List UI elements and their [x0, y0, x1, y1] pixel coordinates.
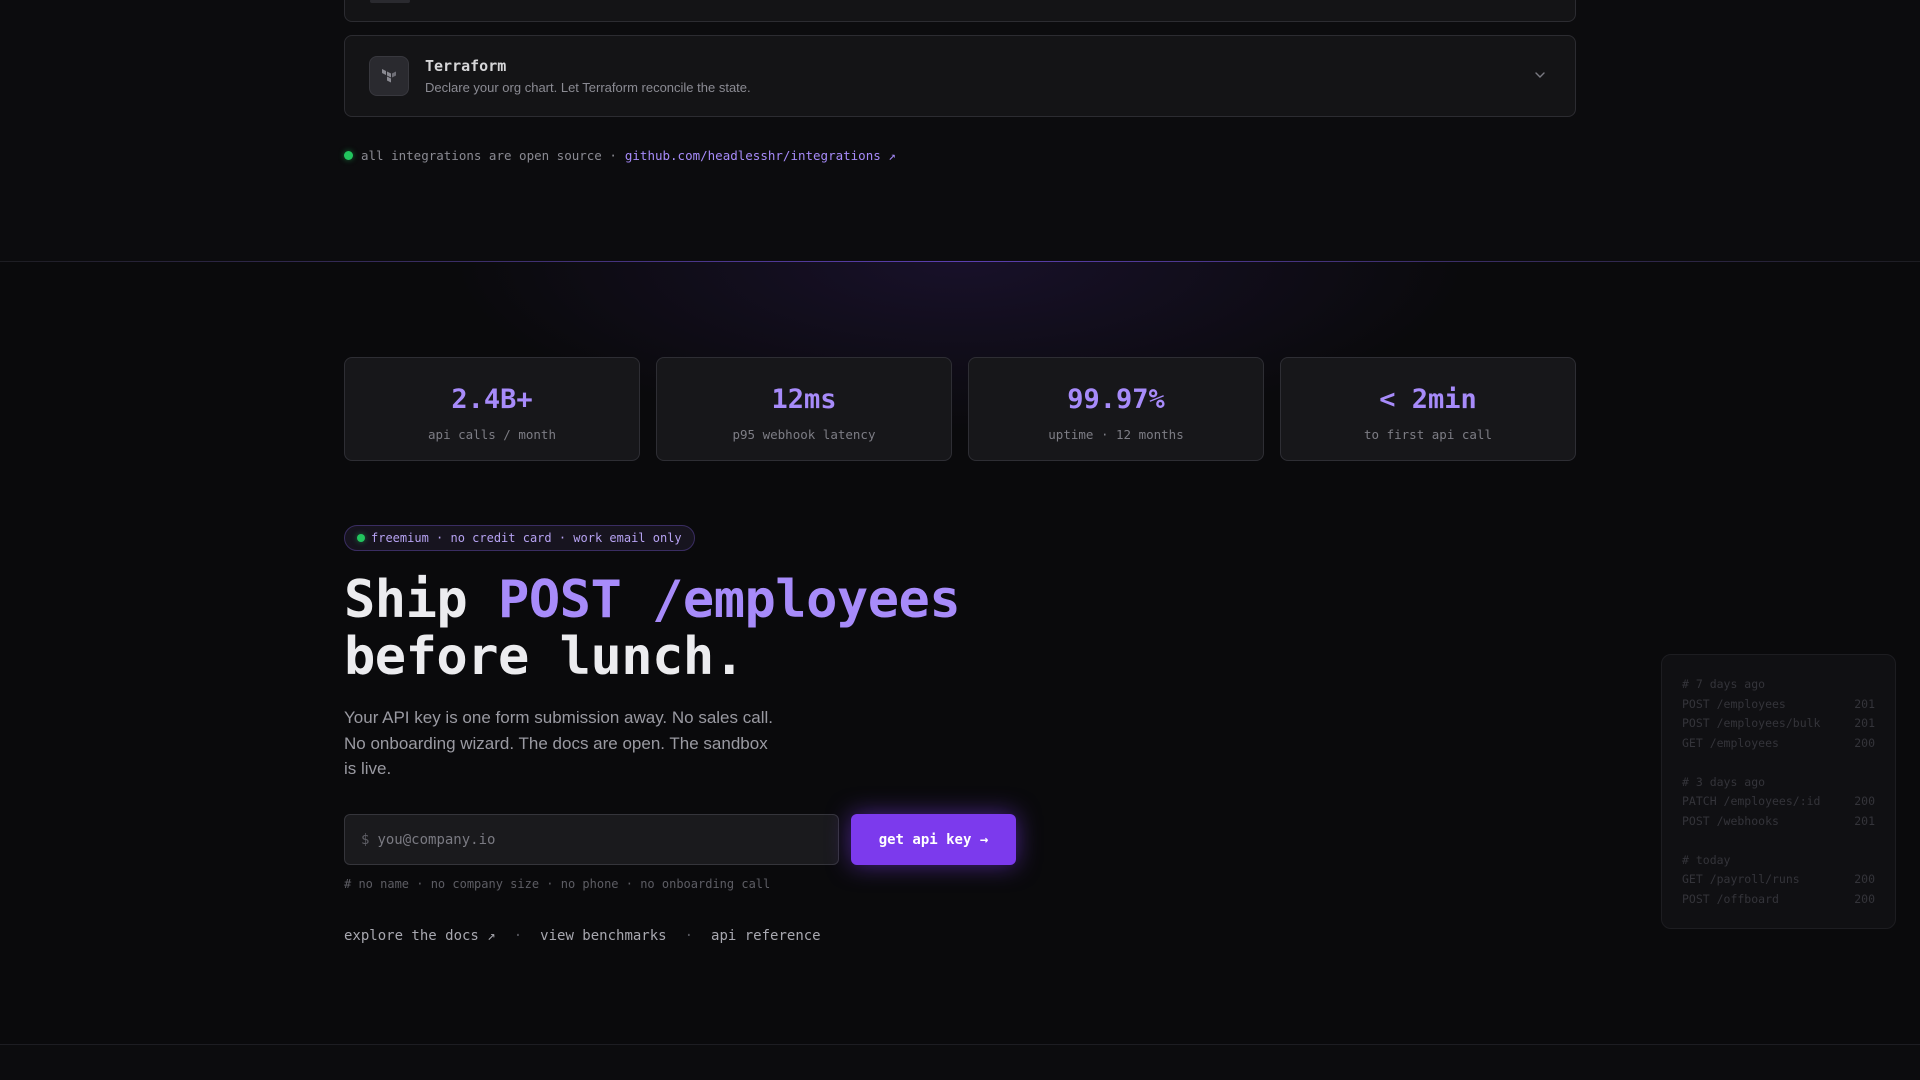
- stat-label: to first api call: [1364, 427, 1492, 442]
- log-group-header: # today: [1682, 852, 1731, 867]
- log-row: POST /employees/bulk 201: [1682, 714, 1875, 734]
- log-status: 200: [1854, 735, 1875, 750]
- cta-links: explore the docs ↗ · view benchmarks · a…: [344, 928, 821, 944]
- log-spacer: [1682, 753, 1875, 773]
- stat-label: api calls / month: [428, 427, 556, 442]
- integration-logo-placeholder: [370, 0, 410, 3]
- stat-label: uptime · 12 months: [1048, 427, 1184, 442]
- open-source-note: all integrations are open source · githu…: [344, 148, 896, 163]
- email-input[interactable]: [377, 831, 818, 848]
- cta-lead: Your API key is one form submission away…: [344, 708, 773, 778]
- log-row: GET /payroll/runs 200: [1682, 870, 1875, 890]
- log-request: PATCH /employees/:id: [1682, 794, 1821, 808]
- stat-card-api-calls: 2.4B+ api calls / month: [344, 357, 640, 461]
- integration-title: Terraform: [425, 57, 507, 75]
- log-status: 200: [1854, 794, 1875, 808]
- chevron-down-icon[interactable]: [1533, 68, 1547, 82]
- open-source-text: all integrations are open source ·: [361, 148, 617, 163]
- badge-text: freemium · no credit card · work email o…: [371, 531, 682, 545]
- prompt-symbol: $: [361, 831, 370, 848]
- log-status: 201: [1854, 716, 1875, 730]
- log-status: 201: [1854, 813, 1875, 828]
- headline-part1: Ship: [344, 570, 499, 630]
- freemium-badge: freemium · no credit card · work email o…: [344, 525, 695, 551]
- footer: [0, 1045, 1920, 1080]
- log-status: 200: [1854, 872, 1875, 886]
- email-field-wrapper: $: [344, 814, 839, 865]
- request-log-panel: # 7 days ago POST /employees 201 POST /em…: [1661, 654, 1896, 929]
- status-dot: [344, 151, 353, 160]
- log-row: PATCH /employees/:id 200: [1682, 792, 1875, 812]
- link-separator: ·: [513, 928, 523, 944]
- stat-card-uptime: 99.97% uptime · 12 months: [968, 357, 1264, 461]
- log-request: POST /webhooks: [1682, 813, 1779, 828]
- stat-card-latency: 12ms p95 webhook latency: [656, 357, 952, 461]
- log-request: GET /payroll/runs: [1682, 872, 1800, 886]
- status-dot: [357, 534, 365, 542]
- view-benchmarks-link[interactable]: view benchmarks: [540, 928, 666, 944]
- stat-value: 12ms: [771, 384, 837, 415]
- stat-value: 2.4B+: [451, 384, 533, 415]
- log-request: POST /offboard: [1682, 891, 1779, 906]
- api-reference-link[interactable]: api reference: [711, 928, 821, 944]
- log-status: 200: [1854, 891, 1875, 906]
- log-spacer: [1682, 831, 1875, 851]
- get-api-key-button[interactable]: get api key →: [851, 814, 1016, 865]
- log-row: POST /webhooks 201: [1682, 812, 1875, 832]
- stat-label: p95 webhook latency: [732, 427, 876, 442]
- stat-value: < 2min: [1379, 384, 1477, 415]
- integration-accordion-terraform[interactable]: Terraform Declare your org chart. Let Te…: [344, 35, 1576, 117]
- link-separator: ·: [684, 928, 694, 944]
- form-note: # no name · no company size · no phone ·…: [344, 877, 771, 891]
- log-request: POST /employees/bulk: [1682, 716, 1821, 730]
- stat-card-first-call: < 2min to first api call: [1280, 357, 1576, 461]
- integrations-repo-link[interactable]: github.com/headlesshr/integrations ↗: [625, 148, 896, 163]
- headline-part2: before lunch.: [344, 627, 745, 687]
- log-request: POST /employees: [1682, 696, 1786, 711]
- headline-accent: POST /employees: [498, 570, 961, 630]
- log-request: GET /employees: [1682, 735, 1779, 750]
- stat-value: 99.97%: [1067, 384, 1165, 415]
- api-key-form: $ get api key →: [344, 814, 1016, 865]
- integration-accordion-item-previous[interactable]: [344, 0, 1576, 22]
- stats-row: 2.4B+ api calls / month 12ms p95 webhook…: [344, 357, 1576, 461]
- log-group-header: # 7 days ago: [1682, 677, 1766, 691]
- cta-headline: Ship POST /employees before lunch.: [344, 570, 961, 687]
- log-status: 201: [1854, 696, 1875, 711]
- explore-docs-link[interactable]: explore the docs ↗: [344, 928, 496, 944]
- log-row: POST /offboard 200: [1682, 890, 1875, 910]
- integration-description: Declare your org chart. Let Terraform re…: [425, 80, 751, 95]
- log-row: GET /employees 200: [1682, 734, 1875, 754]
- log-group-header: # 3 days ago: [1682, 774, 1766, 789]
- terraform-logo-icon: [369, 56, 409, 96]
- log-row: POST /employees 201: [1682, 695, 1875, 715]
